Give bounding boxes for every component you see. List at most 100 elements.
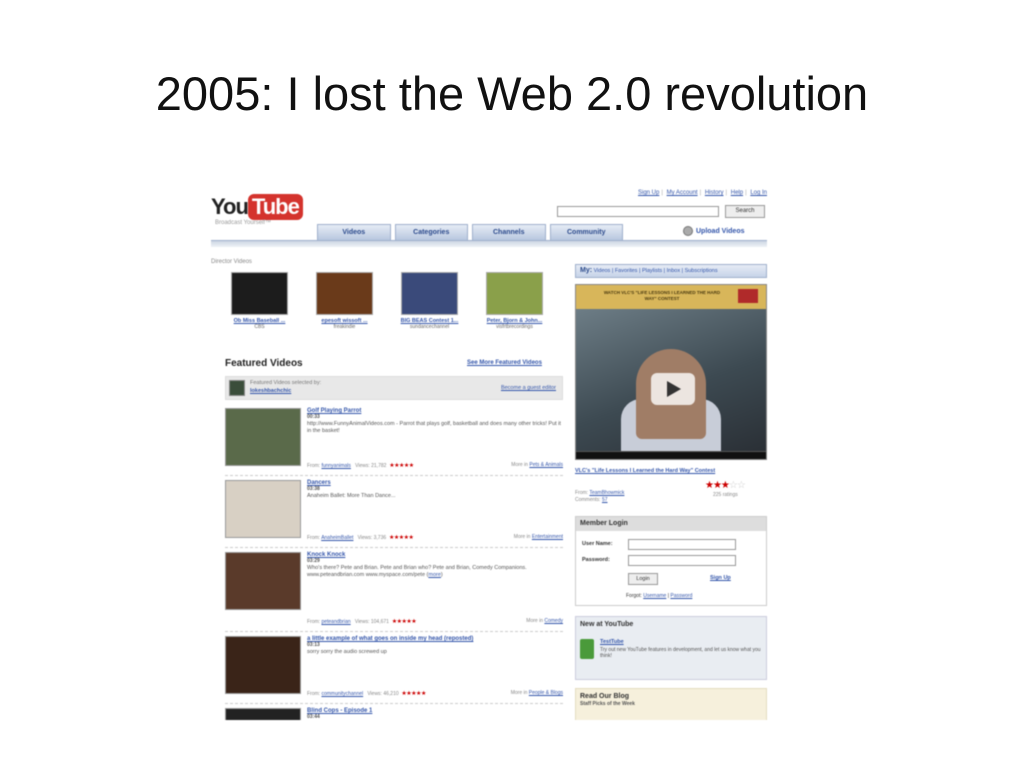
video-thumbnail[interactable] bbox=[316, 272, 373, 315]
director-video-item[interactable]: epesoft wissoft ... freakindie bbox=[302, 272, 387, 330]
history-link[interactable]: History bbox=[705, 190, 724, 196]
play-icon bbox=[667, 381, 681, 397]
video-description-text: Who's there? Pete and Brian. Pete and Br… bbox=[307, 565, 527, 578]
video-description: Who's there? Pete and Brian. Pete and Br… bbox=[307, 565, 527, 578]
player-video-title[interactable]: VLC's "Life Lessons I Learned the Hard W… bbox=[575, 468, 767, 475]
signup-link[interactable]: Sign Up bbox=[638, 190, 659, 196]
director-video-item[interactable]: BIG BEAS Contest 1... sundancechannel bbox=[387, 272, 472, 330]
my-favorites-link[interactable]: Favorites bbox=[615, 268, 638, 274]
play-button[interactable] bbox=[651, 373, 695, 405]
help-link[interactable]: Help bbox=[731, 190, 743, 196]
slide-title: 2005: I lost the Web 2.0 revolution bbox=[155, 67, 869, 120]
video-thumbnail[interactable] bbox=[486, 272, 543, 315]
views-label: Views: bbox=[367, 691, 382, 697]
ratings-count: 225 ratings bbox=[713, 492, 738, 498]
my-inbox-link[interactable]: Inbox bbox=[667, 268, 680, 274]
views-label: Views: bbox=[354, 619, 370, 625]
video-description: sorry sorry the audio screwed up bbox=[307, 649, 387, 655]
password-label: Password: bbox=[582, 557, 610, 563]
star-rating: ★★★★★ bbox=[401, 691, 426, 697]
comments-count[interactable]: 57 bbox=[602, 497, 608, 503]
video-user-link[interactable]: AnaheimBallet bbox=[321, 535, 353, 541]
upload-videos-link[interactable]: Upload Videos bbox=[683, 226, 745, 236]
avatar[interactable] bbox=[229, 380, 245, 396]
star-rating: ★★★★★ bbox=[388, 535, 414, 541]
become-guest-editor-link[interactable]: Become a guest editor bbox=[501, 385, 556, 391]
forgot-links: Forgot: Username | Password bbox=[626, 593, 693, 599]
video-thumbnail[interactable] bbox=[225, 552, 301, 610]
top-links: Sign Up | My Account | History | Help | Log … bbox=[637, 190, 767, 196]
tab-videos[interactable]: Videos bbox=[317, 224, 391, 240]
director-video-user[interactable]: freakindie bbox=[302, 324, 387, 330]
search-input[interactable] bbox=[557, 206, 719, 217]
category-link[interactable]: Entertainment bbox=[532, 534, 563, 540]
category-link[interactable]: Pets & Animals bbox=[529, 462, 563, 468]
category-link[interactable]: People & Blogs bbox=[529, 690, 563, 696]
tab-categories[interactable]: Categories bbox=[394, 224, 468, 240]
list-item: Dancers 03:38 Anaheim Ballet: More Than … bbox=[225, 476, 563, 548]
my-account-link[interactable]: My Account bbox=[667, 190, 698, 196]
login-link[interactable]: Log In bbox=[750, 190, 767, 196]
featured-editor-bar: Featured Videos selected by: lokeshbachc… bbox=[225, 376, 563, 400]
my-playlists-link[interactable]: Playlists bbox=[642, 268, 662, 274]
testtube-icon[interactable] bbox=[580, 639, 594, 659]
video-meta: From: funnyanimals Views: 21,782 ★★★★★ M… bbox=[307, 462, 563, 469]
forgot-username-link[interactable]: Username bbox=[643, 593, 666, 599]
video-thumbnail[interactable] bbox=[401, 272, 458, 315]
more-in-label: More in bbox=[526, 618, 543, 624]
player-controls[interactable] bbox=[576, 451, 766, 459]
video-player[interactable]: WATCH VLC'S "LIFE LESSONS I LEARNED THE … bbox=[575, 284, 767, 460]
logo-tube: Tube bbox=[247, 194, 303, 220]
my-videos-link[interactable]: Videos bbox=[594, 268, 611, 274]
video-user-link[interactable]: funnyanimals bbox=[321, 463, 350, 469]
video-thumbnail[interactable] bbox=[225, 480, 301, 538]
video-thumbnail[interactable] bbox=[225, 408, 301, 466]
from-label: From: bbox=[575, 490, 589, 496]
video-duration: 03:38 bbox=[307, 486, 320, 492]
signup-link[interactable]: Sign Up bbox=[710, 575, 731, 581]
logo-you: You bbox=[211, 194, 249, 219]
featured-video-list: Golf Playing Parrot 00:33 http://www.Fun… bbox=[225, 404, 563, 720]
forgot-password-link[interactable]: Password bbox=[670, 593, 692, 599]
my-subscriptions-link[interactable]: Subscriptions bbox=[685, 268, 718, 274]
login-button[interactable]: Login bbox=[628, 573, 658, 585]
see-more-featured-link[interactable]: See More Featured Videos bbox=[467, 360, 542, 366]
director-video-item[interactable]: Peter, Bjorn & John... visfrtbrecordings bbox=[472, 272, 557, 330]
video-user-link[interactable]: communitychannel bbox=[321, 691, 363, 697]
username-field[interactable] bbox=[628, 539, 736, 550]
password-field[interactable] bbox=[628, 555, 736, 566]
director-video-user[interactable]: sundancechannel bbox=[387, 324, 472, 330]
search-button[interactable]: Search bbox=[725, 205, 765, 218]
director-video-item[interactable]: Ob Miss Baseball ... CBS bbox=[217, 272, 302, 330]
more-in-label: More in bbox=[510, 690, 528, 696]
logo-tagline: Broadcast Yourself™ bbox=[215, 220, 272, 226]
star-rating: ★★★★★ bbox=[391, 619, 417, 625]
featured-videos-heading: Featured Videos bbox=[225, 358, 303, 369]
video-user-link[interactable]: peteandbrian bbox=[321, 619, 350, 625]
director-videos-label: Director Videos bbox=[211, 259, 252, 265]
youtube-logo[interactable]: You Tube Broadcast Yourself™ bbox=[211, 194, 303, 226]
views-count: 104,671 bbox=[370, 619, 389, 625]
director-video-user[interactable]: CBS bbox=[217, 324, 302, 330]
more-link[interactable]: more bbox=[428, 572, 441, 578]
from-label: From: bbox=[307, 535, 321, 541]
editor-user-link[interactable]: lokeshbachchic bbox=[250, 388, 321, 394]
video-duration: 03:13 bbox=[307, 642, 320, 648]
video-meta: From: communitychannel Views: 46,210 ★★★… bbox=[307, 690, 563, 697]
testtube-link[interactable]: TestTube bbox=[600, 639, 624, 645]
new-at-youtube-box: New at YouTube TestTube Try out new YouT… bbox=[575, 616, 767, 680]
blog-subheading: Staff Picks of the Week bbox=[580, 701, 635, 707]
player-user-link[interactable]: TeamBhowmick bbox=[589, 490, 624, 496]
video-thumbnail[interactable] bbox=[225, 708, 301, 720]
username-label: User Name: bbox=[582, 541, 613, 547]
video-thumbnail[interactable] bbox=[225, 636, 301, 694]
blog-heading: Read Our Blog bbox=[580, 693, 630, 700]
tab-channels[interactable]: Channels bbox=[472, 224, 546, 240]
director-video-user[interactable]: visfrtbrecordings bbox=[472, 324, 557, 330]
player-banner-logo bbox=[738, 289, 758, 303]
video-thumbnail[interactable] bbox=[231, 272, 288, 315]
category-link[interactable]: Comedy bbox=[544, 618, 563, 624]
video-duration: 03:29 bbox=[307, 558, 320, 564]
tab-community[interactable]: Community bbox=[549, 224, 623, 240]
list-item: Knock Knock 03:29 Who's there? Pete and … bbox=[225, 548, 563, 632]
